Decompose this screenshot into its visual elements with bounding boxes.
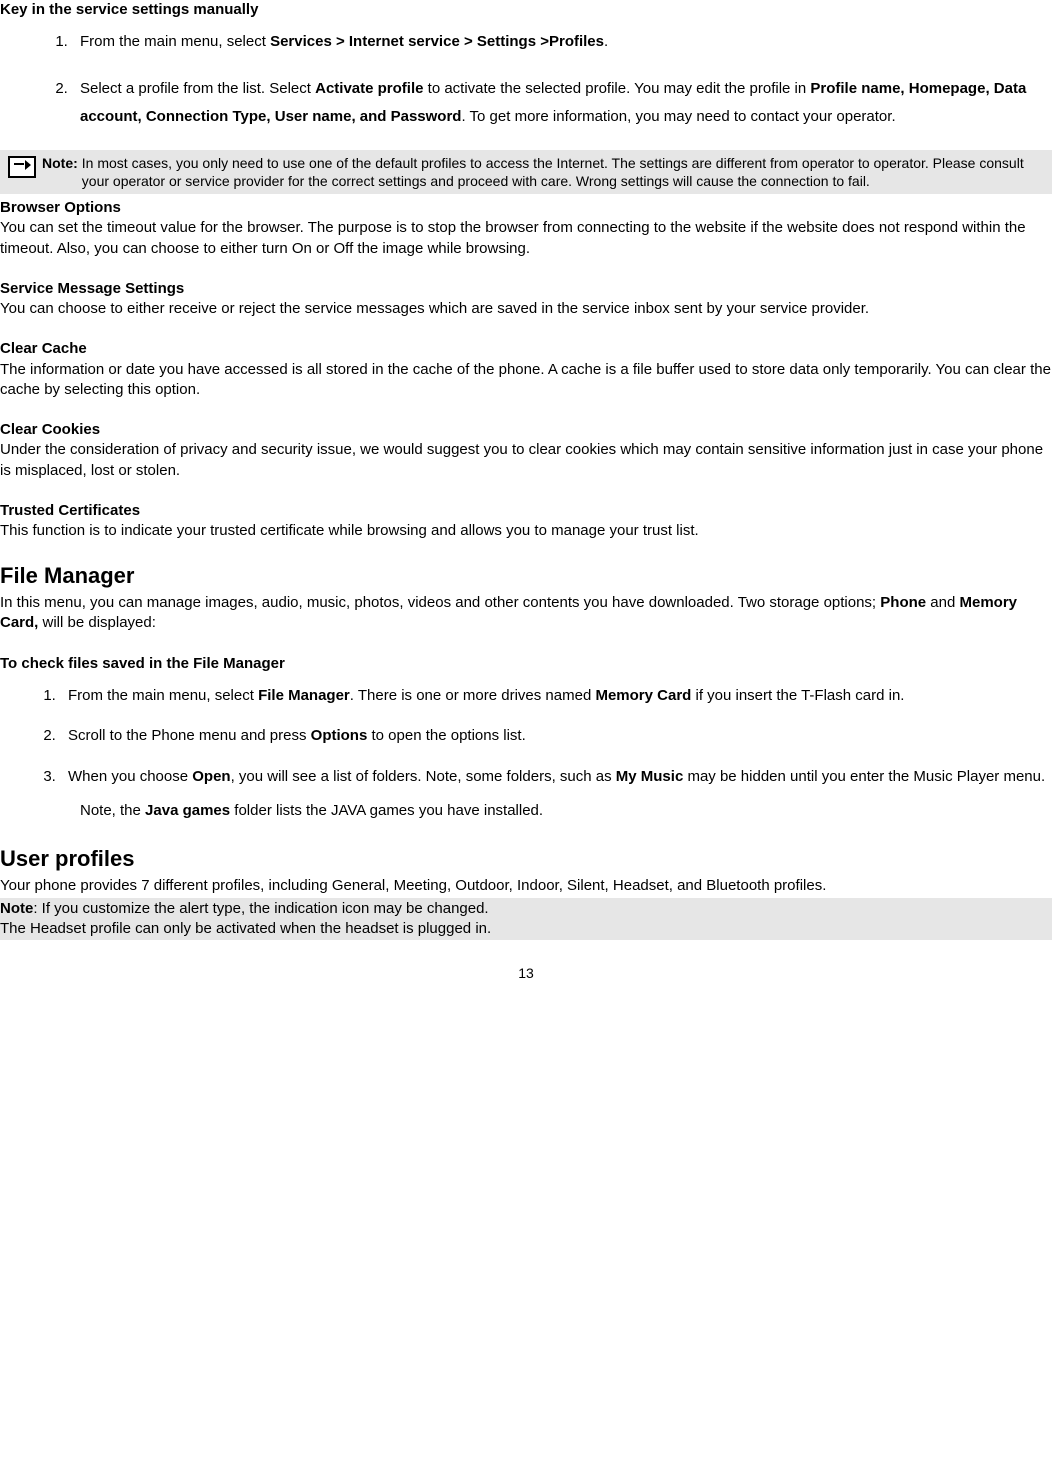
text-clear-cookies: Under the consideration of privacy and s… (0, 440, 1052, 481)
text-java-note: Note, the Java games folder lists the JA… (0, 797, 1052, 826)
heading-key-settings: Key in the service settings manually (0, 0, 1052, 20)
heading-user-profiles: User profiles (0, 844, 1052, 874)
list-key-settings: From the main menu, select Services > In… (0, 28, 1052, 132)
text-file-manager-intro: In this menu, you can manage images, aud… (0, 593, 1052, 634)
text-browser-options: You can set the timeout value for the br… (0, 218, 1052, 259)
heading-check-files: To check files saved in the File Manager (0, 654, 1052, 674)
note-box: Note: In most cases, you only need to us… (0, 150, 1052, 194)
heading-clear-cookies: Clear Cookies (0, 420, 1052, 440)
list-item: From the main menu, select Services > In… (72, 28, 1052, 57)
arrow-note-icon (8, 156, 36, 178)
heading-file-manager: File Manager (0, 561, 1052, 591)
list-item: When you choose Open, you will see a lis… (60, 763, 1052, 792)
page-number: 13 (0, 964, 1052, 991)
list-item: Select a profile from the list. Select A… (72, 75, 1052, 132)
text-service-message: You can choose to either receive or reje… (0, 299, 1052, 319)
list-check-files: From the main menu, select File Manager.… (0, 682, 1052, 792)
note-text: In most cases, you only need to use one … (82, 154, 1050, 190)
note-label: Note: (42, 154, 78, 172)
heading-trusted-certs: Trusted Certificates (0, 501, 1052, 521)
text-clear-cache: The information or date you have accesse… (0, 360, 1052, 401)
text-user-profiles: Your phone provides 7 different profiles… (0, 876, 1052, 896)
list-item: From the main menu, select File Manager.… (60, 682, 1052, 711)
heading-browser-options: Browser Options (0, 198, 1052, 218)
text-trusted-certs: This function is to indicate your truste… (0, 521, 1052, 541)
heading-service-message: Service Message Settings (0, 279, 1052, 299)
list-item: Scroll to the Phone menu and press Optio… (60, 722, 1052, 751)
heading-clear-cache: Clear Cache (0, 339, 1052, 359)
note-gray-block: Note: If you customize the alert type, t… (0, 898, 1052, 941)
note-alert-type: Note: If you customize the alert type, t… (0, 899, 1052, 919)
note-headset: The Headset profile can only be activate… (0, 919, 1052, 939)
